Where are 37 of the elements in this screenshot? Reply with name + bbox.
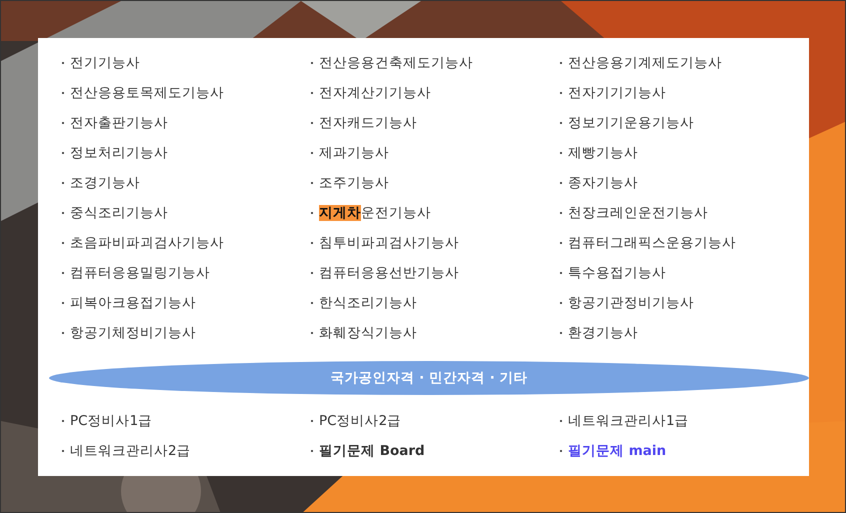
certificate-link[interactable]: 정보처리기능사	[70, 144, 168, 162]
certificate-link[interactable]: 전산응용토목제도기능사	[70, 84, 224, 102]
certificate-link[interactable]: 피복아크용접기능사	[70, 294, 196, 312]
certificate-link[interactable]: 필기문제 Board	[319, 442, 425, 460]
certificate-link[interactable]: 환경기능사	[568, 324, 638, 342]
certificate-link[interactable]: 전자계산기기능사	[319, 84, 431, 102]
certificate-link[interactable]: 중식조리기능사	[70, 204, 168, 222]
certificate-link[interactable]: 전자캐드기능사	[319, 114, 417, 132]
certificate-link[interactable]: PC정비사1급	[70, 412, 152, 430]
certificate-link[interactable]: 필기문제 main	[568, 442, 666, 460]
certificate-link[interactable]: 네트워크관리사2급	[70, 442, 191, 460]
certificate-link[interactable]: 침투비파괴검사기능사	[319, 234, 459, 252]
certificate-link[interactable]: 초음파비파괴검사기능사	[70, 234, 224, 252]
certificate-link[interactable]: 컴퓨터그래픽스운용기능사	[568, 234, 736, 252]
certificate-link[interactable]: 전기기능사	[70, 54, 140, 72]
section-heading: 국가공인자격 · 민간자격 · 기타	[49, 361, 809, 395]
certificate-link[interactable]: 천장크레인운전기능사	[568, 204, 708, 222]
certificate-link[interactable]: 특수용접기능사	[568, 264, 666, 282]
certificate-link[interactable]: 컴퓨터응용밀링기능사	[70, 264, 210, 282]
certificate-link[interactable]: 제빵기능사	[568, 144, 638, 162]
certificate-link[interactable]: 종자기능사	[568, 174, 638, 192]
certificate-link[interactable]: 전산응용기계제도기능사	[568, 54, 722, 72]
certificate-link[interactable]: 네트워크관리사1급	[568, 412, 689, 430]
certificate-link[interactable]: 컴퓨터응용선반기능사	[319, 264, 459, 282]
certificate-link[interactable]: 전자기기기능사	[568, 84, 666, 102]
certificate-link[interactable]: 정보기기운용기능사	[568, 114, 694, 132]
certificate-link[interactable]: PC정비사2급	[319, 412, 402, 430]
certificate-link[interactable]: 화훼장식기능사	[319, 324, 417, 342]
certificate-link[interactable]: 조주기능사	[319, 174, 389, 192]
certificate-link[interactable]: 항공기체정비기능사	[70, 324, 196, 342]
certificate-link[interactable]: 조경기능사	[70, 174, 140, 192]
certificate-link[interactable]: 한식조리기능사	[319, 294, 417, 312]
certificate-link[interactable]: 항공기관정비기능사	[568, 294, 694, 312]
certificate-link[interactable]: 전자출판기능사	[70, 114, 168, 132]
certificate-link[interactable]: 제과기능사	[319, 144, 389, 162]
certificate-link[interactable]: 지게차운전기능사	[319, 204, 431, 222]
certificate-link[interactable]: 전산응용건축제도기능사	[319, 54, 473, 72]
